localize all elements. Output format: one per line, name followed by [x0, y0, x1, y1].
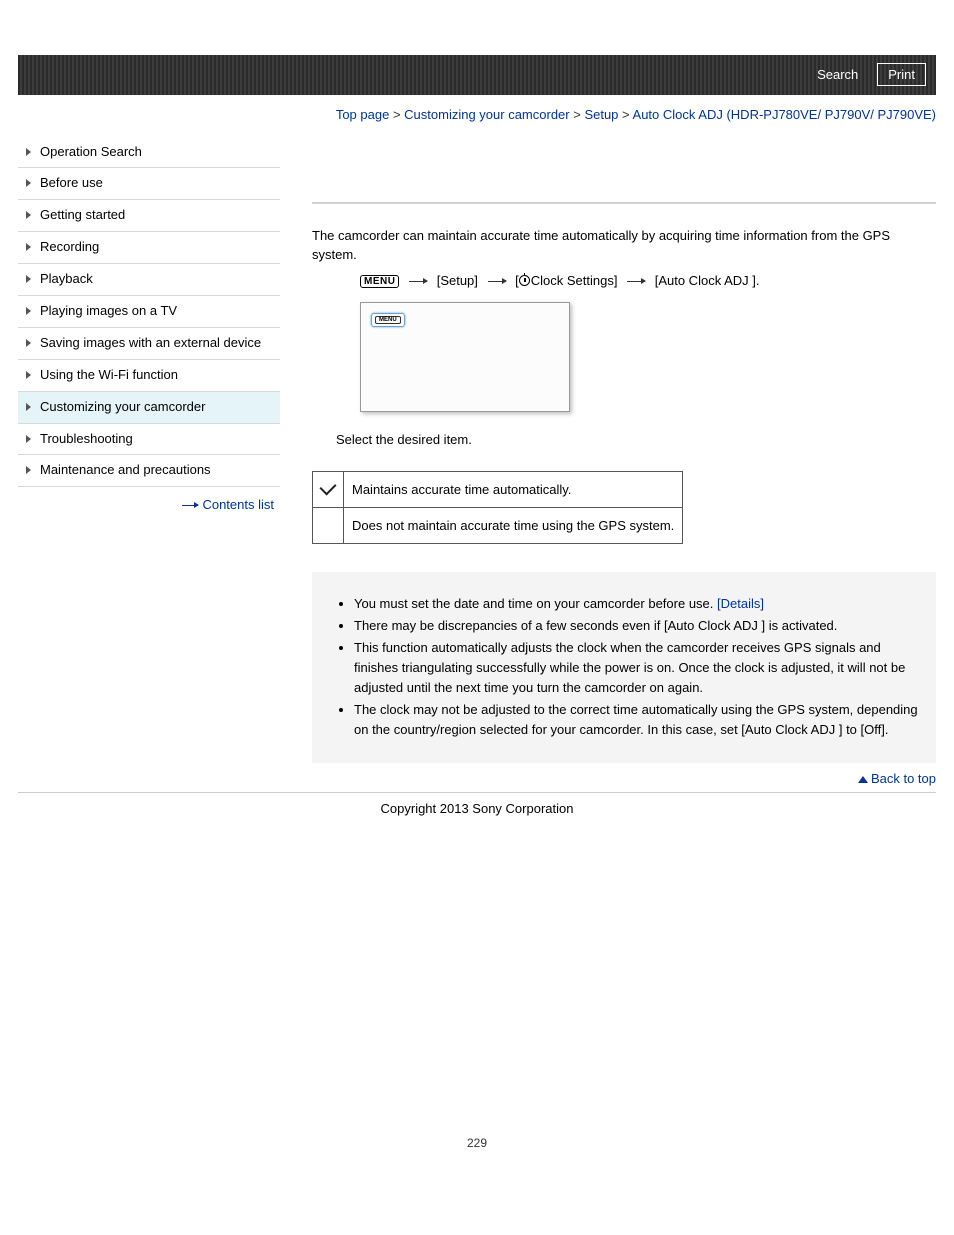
breadcrumb-sep: >: [618, 107, 632, 122]
path-clock: Clock Settings]: [531, 273, 621, 288]
page-number: 229: [18, 1136, 936, 1150]
mini-menu-highlight: MENU: [371, 313, 405, 327]
option-on-desc: Maintains accurate time automatically.: [344, 471, 683, 507]
nav-customizing[interactable]: Customizing your camcorder: [18, 392, 280, 424]
note-1-text: You must set the date and time on your c…: [354, 596, 717, 611]
breadcrumb-sep: >: [389, 107, 404, 122]
sidebar: Operation Search Before use Getting star…: [18, 137, 280, 513]
nav-playback[interactable]: Playback: [18, 264, 280, 296]
nav-troubleshooting[interactable]: Troubleshooting: [18, 424, 280, 456]
table-row: Does not maintain accurate time using th…: [313, 507, 683, 543]
breadcrumb-current[interactable]: Auto Clock ADJ (HDR-PJ780VE/ PJ790V/ PJ7…: [633, 107, 936, 122]
main-content: The camcorder can maintain accurate time…: [280, 137, 936, 792]
breadcrumb-top[interactable]: Top page: [336, 107, 390, 122]
instruction-text: Select the desired item.: [336, 432, 936, 447]
menu-icon: MENU: [360, 275, 399, 288]
notes-section: You must set the date and time on your c…: [312, 572, 936, 763]
screen-mock-image: MENU: [360, 302, 570, 412]
nav-before-use[interactable]: Before use: [18, 168, 280, 200]
arrow-right-icon: [182, 505, 198, 506]
nav-maintenance[interactable]: Maintenance and precautions: [18, 455, 280, 487]
note-item: The clock may not be adjusted to the cor…: [354, 700, 924, 740]
note-item: You must set the date and time on your c…: [354, 594, 924, 614]
nav-getting-started[interactable]: Getting started: [18, 200, 280, 232]
menu-path: MENU [Setup] [Clock Settings] [Auto Cloc…: [312, 273, 936, 288]
breadcrumb: Top page > Customizing your camcorder > …: [18, 105, 936, 125]
breadcrumb-sep: >: [570, 107, 585, 122]
search-button[interactable]: Search: [806, 63, 869, 86]
back-to-top-wrap: Back to top: [312, 771, 936, 786]
details-link[interactable]: [Details]: [717, 596, 764, 611]
path-item: [Auto Clock ADJ ].: [655, 273, 760, 288]
mini-menu-label: MENU: [375, 316, 401, 324]
nav-operation-search[interactable]: Operation Search: [18, 137, 280, 169]
option-on-icon-cell: [313, 471, 344, 507]
contents-list-wrap: Contents list: [18, 487, 280, 512]
back-to-top-link[interactable]: Back to top: [871, 771, 936, 786]
print-button[interactable]: Print: [877, 63, 926, 86]
option-off-icon-cell: [313, 507, 344, 543]
nav-playing-tv[interactable]: Playing images on a TV: [18, 296, 280, 328]
section-divider: [312, 202, 936, 204]
note-item: This function automatically adjusts the …: [354, 638, 924, 698]
nav-wifi[interactable]: Using the Wi-Fi function: [18, 360, 280, 392]
top-banner: Search Print: [18, 55, 936, 95]
note-item: There may be discrepancies of a few seco…: [354, 616, 924, 636]
intro-text: The camcorder can maintain accurate time…: [312, 226, 936, 265]
option-off-desc: Does not maintain accurate time using th…: [344, 507, 683, 543]
contents-list-link[interactable]: Contents list: [202, 497, 274, 512]
up-triangle-icon: [858, 776, 868, 783]
table-row: Maintains accurate time automatically.: [313, 471, 683, 507]
breadcrumb-section[interactable]: Customizing your camcorder: [404, 107, 569, 122]
arrow-icon: [627, 281, 645, 282]
arrow-icon: [488, 281, 506, 282]
clock-icon: [519, 275, 530, 286]
arrow-icon: [409, 281, 427, 282]
nav-recording[interactable]: Recording: [18, 232, 280, 264]
breadcrumb-sub[interactable]: Setup: [584, 107, 618, 122]
options-table: Maintains accurate time automatically. D…: [312, 471, 683, 544]
nav-saving-external[interactable]: Saving images with an external device: [18, 328, 280, 360]
copyright-text: Copyright 2013 Sony Corporation: [18, 793, 936, 876]
path-setup: [Setup]: [437, 273, 482, 288]
check-icon: [320, 478, 337, 495]
